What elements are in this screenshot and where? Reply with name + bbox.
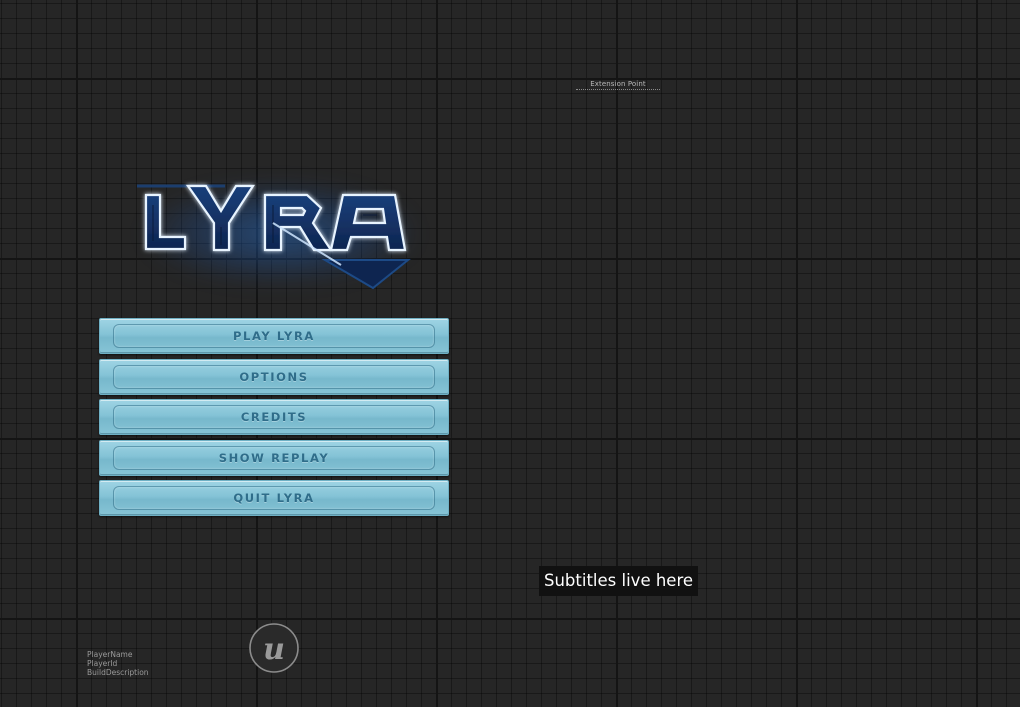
credits-button[interactable]: CREDITS (99, 399, 449, 435)
extension-point-dots (576, 89, 660, 90)
svg-text:u: u (263, 632, 285, 667)
extension-point-marker: Extension Point (566, 80, 670, 90)
quit-lyra-label: QUIT LYRA (233, 491, 315, 505)
options-label: OPTIONS (239, 369, 309, 384)
unreal-engine-logo-icon: u (248, 622, 300, 674)
play-lyra-label: PLAY LYRA (233, 329, 315, 343)
game-viewport: Extension Point PLAY LYRA OPTIONS CREDIT… (0, 0, 1020, 707)
lyra-logo-graphic (137, 184, 411, 290)
play-lyra-button[interactable]: PLAY LYRA (99, 318, 449, 354)
build-description-text: BuildDescription (87, 668, 149, 677)
main-menu: PLAY LYRA OPTIONS CREDITS SHOW REPLAY QU… (99, 318, 449, 521)
subtitles-display: Subtitles live here (539, 566, 699, 596)
extension-point-label: Extension Point (590, 80, 646, 88)
player-id-text: PlayerId (87, 659, 118, 668)
show-replay-label: SHOW REPLAY (218, 450, 330, 465)
player-info: PlayerName PlayerId BuildDescription (87, 650, 149, 677)
credits-label: CREDITS (240, 410, 308, 424)
options-button[interactable]: OPTIONS (99, 358, 449, 395)
player-name-text: PlayerName (87, 650, 133, 659)
show-replay-button[interactable]: SHOW REPLAY (99, 439, 449, 476)
lyra-logo (125, 165, 425, 305)
quit-lyra-button[interactable]: QUIT LYRA (99, 480, 449, 516)
